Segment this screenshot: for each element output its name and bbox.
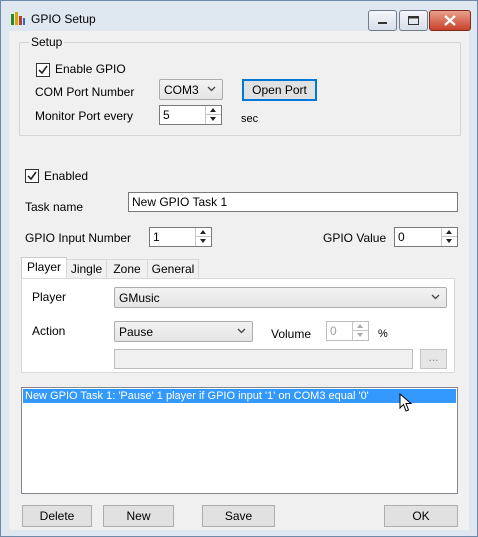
gpio-setup-window: GPIO Setup Setup Enable GPIO COM Port Nu… (0, 0, 478, 537)
new-button[interactable]: New (103, 505, 174, 527)
setup-group-title: Setup (29, 35, 65, 49)
arrow-down-icon (446, 239, 452, 243)
close-icon (444, 15, 456, 26)
window-title: GPIO Setup (31, 12, 96, 26)
mouse-cursor-icon (399, 393, 413, 412)
stepper-down-button[interactable] (442, 237, 457, 246)
stepper-up-button[interactable] (206, 106, 221, 115)
task-name-label: Task name (25, 200, 84, 214)
monitor-interval-stepper[interactable]: 5 (159, 105, 222, 125)
enable-gpio-checkbox[interactable] (36, 63, 50, 77)
save-button[interactable]: Save (202, 505, 275, 527)
gpio-value-stepper[interactable]: 0 (394, 227, 458, 247)
arrow-up-icon (200, 230, 206, 234)
arrow-up-icon (210, 108, 216, 112)
stepper-down-button[interactable] (206, 115, 221, 124)
stepper-down-button[interactable] (353, 331, 368, 340)
enable-gpio-label[interactable]: Enable GPIO (55, 62, 126, 76)
enabled-label[interactable]: Enabled (44, 169, 88, 183)
arrow-up-icon (446, 230, 452, 234)
action-select[interactable]: Pause (114, 321, 253, 342)
title-bar[interactable]: GPIO Setup (1, 1, 477, 35)
stepper-arrows (352, 322, 368, 340)
stepper-arrows (205, 106, 221, 124)
close-button[interactable] (429, 10, 471, 31)
chevron-down-icon (237, 328, 246, 334)
dialog-client: Setup Enable GPIO COM Port Number COM3 O… (9, 31, 469, 530)
stepper-up-button[interactable] (353, 322, 368, 331)
task-name-input[interactable]: New GPIO Task 1 (128, 192, 458, 212)
arrow-down-icon (357, 333, 363, 337)
minimize-icon (378, 22, 387, 24)
tab-general[interactable]: General (147, 259, 199, 278)
stepper-down-button[interactable] (196, 237, 211, 246)
gpio-input-number-stepper[interactable]: 1 (149, 227, 212, 247)
volume-value: 0 (330, 324, 337, 338)
maximize-icon (408, 16, 419, 25)
chevron-down-icon (207, 86, 216, 92)
ok-button[interactable]: OK (384, 505, 458, 527)
stepper-up-button[interactable] (442, 228, 457, 237)
com-port-value: COM3 (164, 83, 199, 97)
stepper-arrows (195, 228, 211, 246)
delete-button[interactable]: Delete (22, 505, 92, 527)
tab-zone[interactable]: Zone (106, 259, 148, 278)
task-list[interactable]: New GPIO Task 1: 'Pause' 1 player if GPI… (21, 387, 458, 494)
action-label: Action (32, 324, 66, 338)
arrow-down-icon (210, 117, 216, 121)
gpio-value-label: GPIO Value (323, 231, 387, 245)
tab-player[interactable]: Player (21, 257, 67, 279)
player-value: GMusic (119, 291, 160, 305)
monitor-unit-label: sec (241, 113, 259, 125)
volume-unit-label: % (378, 328, 388, 340)
app-icon (11, 12, 25, 25)
monitor-label: Monitor Port every (35, 109, 134, 123)
browse-button[interactable]: ... (420, 349, 447, 369)
open-port-button[interactable]: Open Port (242, 79, 317, 101)
arrow-up-icon (357, 324, 363, 328)
checkmark-icon (38, 65, 48, 75)
stepper-arrows (441, 228, 457, 246)
minimize-button[interactable] (368, 10, 397, 31)
tab-jingle[interactable]: Jingle (66, 259, 107, 278)
list-item[interactable]: New GPIO Task 1: 'Pause' 1 player if GPI… (23, 389, 456, 403)
enabled-checkbox[interactable] (25, 169, 39, 183)
maximize-button[interactable] (399, 10, 428, 31)
com-port-select[interactable]: COM3 (159, 79, 223, 100)
chevron-down-icon (431, 294, 440, 300)
file-path-input[interactable] (114, 349, 413, 369)
gpio-value-value: 0 (398, 230, 405, 244)
com-port-label: COM Port Number (35, 85, 135, 99)
gpio-input-number-value: 1 (153, 230, 160, 244)
action-value: Pause (119, 325, 154, 339)
stepper-up-button[interactable] (196, 228, 211, 237)
player-label: Player (32, 290, 67, 304)
monitor-interval-value: 5 (163, 108, 170, 122)
volume-label: Volume (271, 327, 312, 341)
player-select[interactable]: GMusic (114, 287, 447, 308)
checkmark-icon (27, 171, 37, 181)
volume-stepper[interactable]: 0 (326, 321, 369, 341)
gpio-input-number-label: GPIO Input Number (25, 231, 132, 245)
player-tab-panel: Player GMusic Action Pause Volume 0 % ..… (21, 278, 455, 373)
arrow-down-icon (200, 239, 206, 243)
